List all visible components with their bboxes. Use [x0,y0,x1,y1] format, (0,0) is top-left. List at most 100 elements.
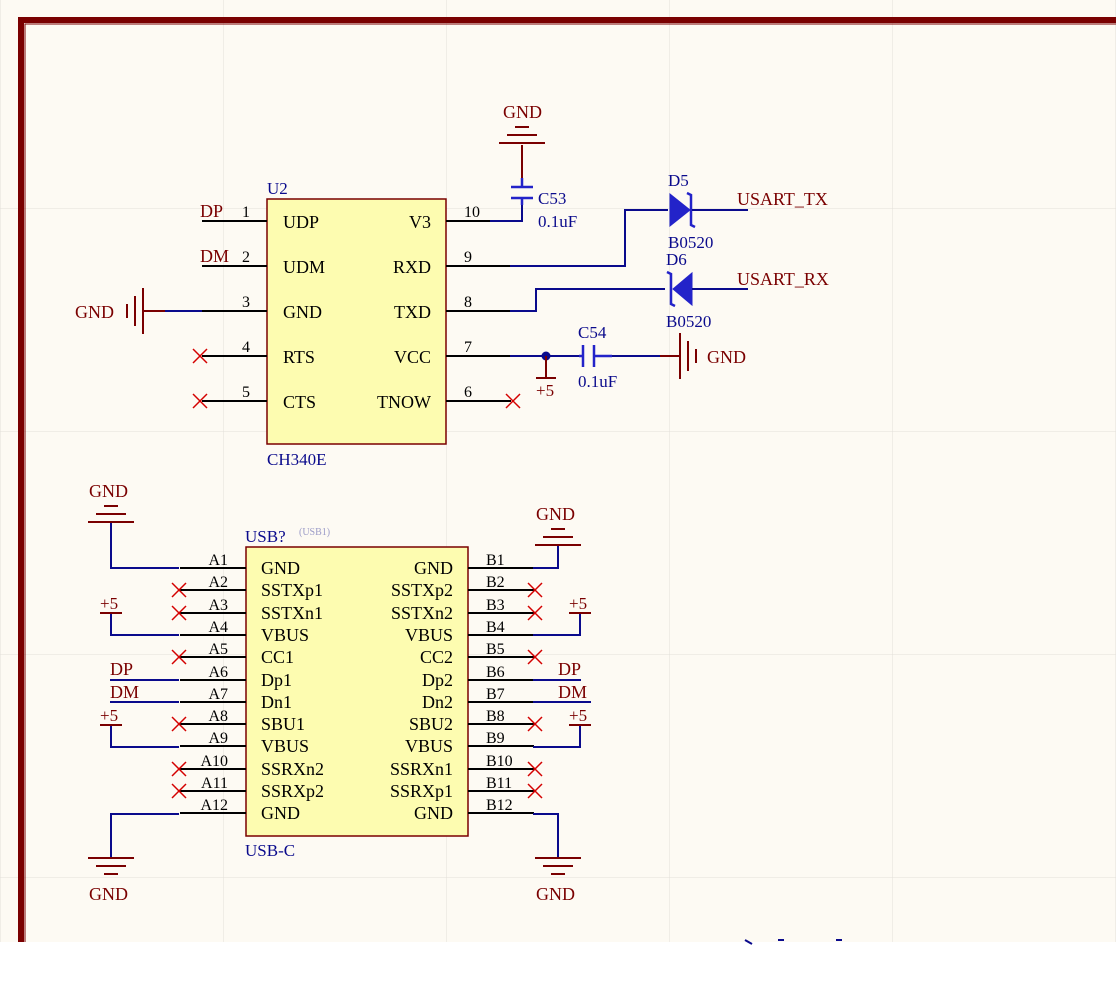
u2-designator: U2 [267,179,288,198]
usb-pin-b1-name: GND [414,558,453,578]
usb-pin-a2-number: A2 [208,574,228,591]
u2-pin-5-name: CTS [283,392,316,412]
net-label-usart-rx: USART_RX [737,269,829,289]
u2-pin-5-number: 5 [242,384,250,401]
usb-pin-b3-name: SSTXn2 [391,603,453,623]
usb-pin-b5-name: CC2 [420,647,453,667]
usb-pin-b11-number: B11 [486,775,512,792]
usb-pin-b3-number: B3 [486,597,505,614]
net-label-dm: DM [200,246,229,266]
gnd-label-c53: GND [503,102,542,122]
u2-pin-8-number: 8 [464,294,472,311]
net-label-b7-dm: DM [558,682,587,702]
c54-designator: C54 [578,323,607,342]
usb-pin-a6-name: Dp1 [261,670,292,690]
usb-pin-a2-name: SSTXp1 [261,580,323,600]
usb-pin-b8-number: B8 [486,708,505,725]
usb-pin-b4-number: B4 [486,619,505,636]
usb-pin-a1-number: A1 [208,552,228,569]
net-label-a6-dp: DP [110,659,133,679]
d6-part: B0520 [666,312,711,331]
usb-pin-a1-name: GND [261,558,300,578]
power-label-a9: +5 [100,706,118,725]
d6-designator: D6 [666,250,687,269]
schematic-canvas: U2 CH340E 1 UDP 2 UDM 3 GND 4 RTS 5 CTS 10 V3 9 RXD 8 T… [0,0,1116,1005]
usb-pin-b2-number: B2 [486,574,505,591]
u2-pin-9-number: 9 [464,249,472,266]
sheet-grid [0,0,1116,942]
usb-designator: USB? [245,527,286,546]
net-label-a7-dm: DM [110,682,139,702]
u2-pin-9-name: RXD [393,257,431,277]
u2-pin-6-name: TNOW [377,392,431,412]
c54-value: 0.1uF [578,372,617,391]
usb-pin-a9-name: VBUS [261,736,309,756]
u2-pin-1-name: UDP [283,212,319,232]
c53-value: 0.1uF [538,212,577,231]
usb-hint: (USB1) [299,527,330,538]
gnd-label-u2-left: GND [75,302,114,322]
usb-pin-a5-number: A5 [208,641,228,658]
u2-pin-10-number: 10 [464,204,480,221]
usb-pin-a11-number: A11 [201,775,228,792]
usb-pin-a6-number: A6 [208,664,228,681]
sheet-bottom-blank [0,942,1116,1005]
d5-designator: D5 [668,171,689,190]
gnd-label-c54: GND [707,347,746,367]
u2-pin-2-number: 2 [242,249,250,266]
usb-pin-b5-number: B5 [486,641,505,658]
u2-pin-4-number: 4 [242,339,250,356]
usb-pin-a3-name: SSTXn1 [261,603,323,623]
usb-pin-b1-number: B1 [486,552,505,569]
power-label-a4: +5 [100,594,118,613]
usb-connector[interactable]: USB? (USB1) USB-C A1 GND A2 SSTXp1 A3 SSTXn1 A… [171,527,543,860]
usb-pin-a7-number: A7 [208,686,228,703]
usb-comment: USB-C [245,841,295,860]
gnd-label-b1: GND [536,504,575,524]
usb-pin-b9-number: B9 [486,730,505,747]
usb-pin-a7-name: Dn1 [261,692,292,712]
gnd-label-b12: GND [536,884,575,904]
gnd-label-a1: GND [89,481,128,501]
u2-pin-7-name: VCC [394,347,431,367]
usb-pin-b6-name: Dp2 [422,670,453,690]
usb-pin-a5-name: CC1 [261,647,294,667]
usb-pin-a10-number: A10 [200,753,228,770]
usb-pin-b10-number: B10 [486,753,513,770]
u2-pin-2-name: UDM [283,257,325,277]
usb-pin-a9-number: A9 [208,730,228,747]
u2-pin-1-number: 1 [242,204,250,221]
usb-pin-b12-name: GND [414,803,453,823]
usb-pin-a4-number: A4 [208,619,228,636]
usb-pin-a11-name: SSRXp2 [261,781,324,801]
usb-pin-b10-name: SSRXn1 [390,759,453,779]
usb-pin-a3-number: A3 [208,597,228,614]
usb-pin-b4-name: VBUS [405,625,453,645]
usb-pin-a10-name: SSRXn2 [261,759,324,779]
u2-pin-3-number: 3 [242,294,250,311]
usb-pin-a8-name: SBU1 [261,714,305,734]
schematic-sheet: U2 CH340E 1 UDP 2 UDM 3 GND 4 RTS 5 CTS 10 V3 9 RXD 8 T… [0,0,1116,1005]
u2-pin-8-name: TXD [394,302,431,322]
usb-pin-a12-number: A12 [200,797,228,814]
power-label-b9: +5 [569,706,587,725]
net-label-usart-tx: USART_TX [737,189,828,209]
usb-pin-b6-number: B6 [486,664,505,681]
usb-pin-b9-name: VBUS [405,736,453,756]
net-label-b6-dp: DP [558,659,581,679]
usb-pin-b7-name: Dn2 [422,692,453,712]
u2-pin-7-number: 7 [464,339,472,356]
usb-pin-b2-name: SSTXp2 [391,580,453,600]
c53-designator: C53 [538,189,566,208]
usb-pin-a4-name: VBUS [261,625,309,645]
net-label-dp: DP [200,201,223,221]
power-label-vcc-plus5: +5 [536,381,554,400]
usb-pin-b12-number: B12 [486,797,513,814]
gnd-label-a12: GND [89,884,128,904]
power-label-b4: +5 [569,594,587,613]
u2-comment: CH340E [267,450,327,469]
usb-pin-a12-name: GND [261,803,300,823]
usb-pin-a8-number: A8 [208,708,228,725]
u2-pin-6-number: 6 [464,384,472,401]
u2-pin-3-name: GND [283,302,322,322]
